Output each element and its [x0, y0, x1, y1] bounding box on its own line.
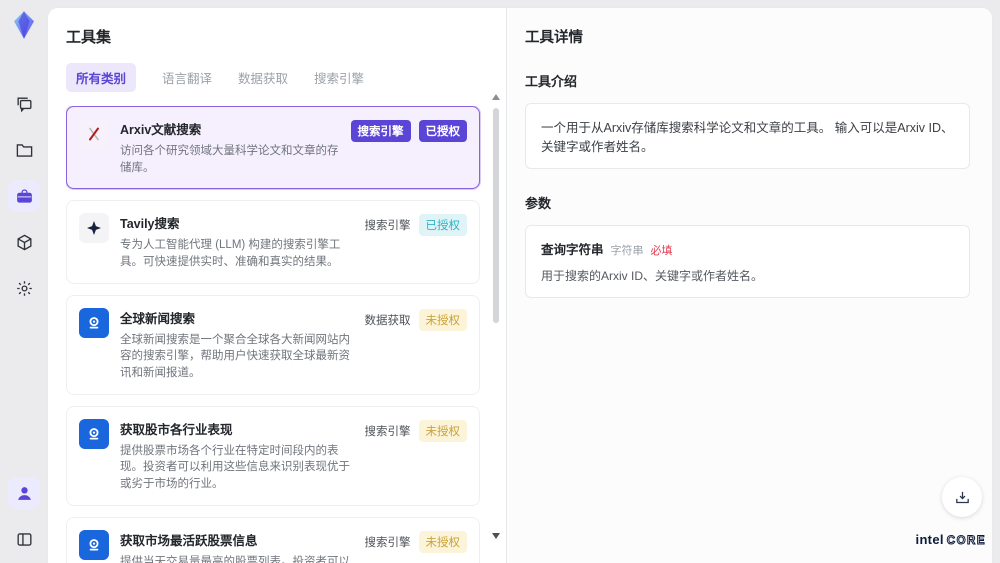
tool-list-item[interactable]: 全球新闻搜索 全球新闻搜索是一个聚合全球各大新闻网站内容的搜索引擎，帮助用户快速… [66, 294, 480, 395]
tab-all-categories[interactable]: 所有类别 [66, 63, 137, 92]
intel-core-logo: intel core [915, 532, 986, 548]
param-required-badge: 必填 [650, 245, 673, 257]
tool-name: 全球新闻搜索 [120, 311, 196, 326]
arxiv-icon [79, 119, 109, 149]
category-badge: 数据获取 [364, 314, 411, 327]
param-type: 字符串 [610, 245, 644, 257]
tool-name: Tavily搜索 [120, 217, 180, 232]
category-badge: 搜索引擎 [364, 425, 411, 438]
folder-icon[interactable] [8, 134, 40, 166]
tool-list-item[interactable]: 获取市场最活跃股票信息 提供当天交易量最高的股票列表。投资者可以利用这些信息来识… [66, 516, 480, 563]
param-name: 查询字符串 [541, 243, 604, 257]
auth-status-badge: 未授权 [418, 308, 467, 331]
brand-core-text: core [946, 535, 986, 548]
tool-list-item[interactable]: 获取股市各行业表现 提供股票市场各个行业在特定时间段内的表现。投资者可以利用这些… [66, 405, 480, 506]
category-badge: 搜索引擎 [364, 536, 411, 549]
cube-icon[interactable] [8, 226, 40, 258]
tab-search-engine[interactable]: 搜索引擎 [314, 63, 364, 92]
parameter-box: 查询字符串 字符串 必填 用于搜索的Arxiv ID、关键字或作者姓名。 [525, 225, 970, 298]
panel-toggle-icon[interactable] [8, 523, 40, 555]
tool-list: Arxiv文献搜索 访问各个研究领域大量科学论文和文章的存储库。 搜索引擎 已授… [66, 106, 482, 563]
category-badge: 搜索引擎 [364, 220, 411, 233]
scroll-up-arrow-icon[interactable] [492, 94, 500, 100]
scroll-down-arrow-icon[interactable] [492, 533, 500, 539]
download-icon [955, 491, 969, 503]
scrollbar-thumb[interactable] [493, 108, 499, 323]
brand-intel-text: intel [915, 532, 944, 547]
news-blue-icon [79, 307, 109, 338]
tool-name: 获取股市各行业表现 [120, 422, 233, 437]
tool-description: 提供当天交易量最高的股票列表。投资者可以利用这些信息来识别流动性强的股票和潜在的… [120, 555, 350, 563]
tool-detail-panel: 工具详情 工具介绍 一个用于从Arxiv存储库搜索科学论文和文章的工具。 输入可… [506, 8, 992, 563]
tool-description: 提供股票市场各个行业在特定时间段内的表现。投资者可以利用这些信息来识别表现优于或… [120, 444, 350, 491]
tab-data-acquisition[interactable]: 数据获取 [238, 63, 288, 92]
list-scrollbar[interactable] [492, 94, 500, 557]
tool-name: 获取市场最活跃股票信息 [120, 533, 258, 548]
detail-title: 工具详情 [525, 30, 583, 46]
tavily-icon [79, 213, 109, 244]
auth-status-badge: 已授权 [418, 120, 467, 142]
app-logo-icon [9, 10, 39, 40]
toolbox-icon[interactable] [8, 180, 40, 212]
tool-name: Arxiv文献搜索 [120, 123, 202, 137]
page-title: 工具集 [66, 29, 112, 46]
tool-description: 专为人工智能代理 (LLM) 构建的搜索引擎工具。可快速提供实时、准确和真实的结… [120, 239, 341, 269]
tool-list-panel: 工具集 所有类别 语言翻译 数据获取 搜索引擎 Arxiv文献搜索 访问各个研究… [48, 8, 506, 563]
tool-description: 全球新闻搜索是一个聚合全球各大新闻网站内容的搜索引擎，帮助用户快速获取全球最新资… [120, 333, 350, 380]
tool-list-item[interactable]: Arxiv文献搜索 访问各个研究领域大量科学论文和文章的存储库。 搜索引擎 已授… [66, 106, 480, 190]
app-window: 工具集 所有类别 语言翻译 数据获取 搜索引擎 Arxiv文献搜索 访问各个研究… [0, 0, 1000, 563]
auth-status-badge: 未授权 [418, 419, 467, 442]
auth-status-badge: 已授权 [418, 214, 467, 237]
news-blue-icon [79, 418, 109, 449]
intro-heading: 工具介绍 [525, 74, 578, 89]
category-badge: 搜索引擎 [350, 120, 411, 142]
sidebar [0, 0, 48, 563]
download-button[interactable] [942, 477, 982, 517]
tab-language-translation[interactable]: 语言翻译 [162, 63, 212, 92]
tool-list-item[interactable]: Tavily搜索 专为人工智能代理 (LLM) 构建的搜索引擎工具。可快速提供实… [66, 200, 480, 284]
news-blue-icon [79, 529, 109, 560]
chat-icon[interactable] [8, 88, 40, 120]
tool-intro-box: 一个用于从Arxiv存储库搜索科学论文和文章的工具。 输入可以是Arxiv ID… [525, 103, 970, 169]
params-heading: 参数 [525, 196, 552, 211]
auth-status-badge: 未授权 [418, 530, 467, 553]
param-description: 用于搜索的Arxiv ID、关键字或作者姓名。 [541, 269, 764, 283]
tool-description: 访问各个研究领域大量科学论文和文章的存储库。 [120, 145, 339, 174]
user-avatar-icon[interactable] [8, 477, 40, 509]
category-tabs: 所有类别 语言翻译 数据获取 搜索引擎 [66, 63, 506, 92]
settings-gear-icon[interactable] [8, 272, 40, 304]
main-content: 工具集 所有类别 语言翻译 数据获取 搜索引擎 Arxiv文献搜索 访问各个研究… [48, 8, 992, 563]
